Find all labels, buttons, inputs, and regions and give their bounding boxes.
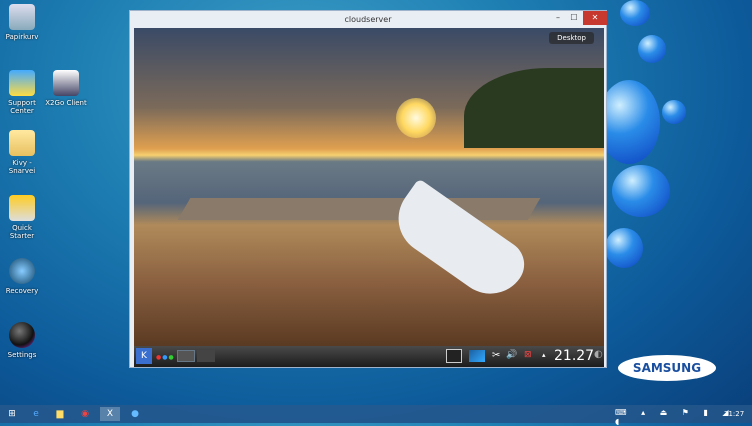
activity-dots-icon[interactable]: ●●● [156, 354, 175, 361]
terminal-icon[interactable] [446, 349, 462, 363]
wallpaper-image: Desktop [134, 28, 604, 346]
desktop-icon-quick-starter[interactable]: Quick Starter [0, 195, 44, 240]
display-icon[interactable] [469, 350, 485, 362]
start-button[interactable]: ⊞ [2, 407, 22, 421]
panel-clock[interactable]: 21.27 [554, 348, 594, 364]
sun [396, 98, 436, 138]
internet-explorer-icon[interactable]: e [26, 407, 46, 421]
volume-icon[interactable]: 🔊 [506, 350, 517, 360]
desktop-button[interactable]: Desktop [549, 32, 594, 44]
window-title: cloudserver [344, 15, 392, 24]
decorative-bubble [620, 0, 650, 26]
remote-desktop-window: cloudserver – ☐ ✕ Desktop K ●●● ✂ 🔊 ⊠ ▴ … [129, 10, 607, 368]
network-disconnected-icon[interactable]: ⊠ [524, 350, 532, 360]
tray-expand-icon[interactable]: ▴ [542, 351, 546, 359]
pager-desktop-1[interactable] [177, 350, 195, 362]
desktop-icon-recovery[interactable]: Recovery [0, 258, 44, 295]
recycle-bin-icon [9, 4, 35, 30]
decorative-bubble [638, 35, 666, 63]
x2go-taskbar-icon[interactable]: X [100, 407, 120, 421]
desktop-icon-recycle-bin[interactable]: Papirkurv [0, 4, 44, 41]
settings-icon [9, 322, 35, 348]
taskbar: ⊞ e ▆ ◉ X ● ⌨ ▴ ⏏ ⚑ ▮ ◢ ◖ 21:27 [0, 405, 752, 426]
x2go-icon [53, 70, 79, 96]
maximize-button[interactable]: ☐ [566, 11, 582, 25]
folder-icon [9, 130, 35, 156]
app-taskbar-icon[interactable]: ● [125, 407, 145, 421]
chrome-icon[interactable]: ◉ [75, 407, 95, 421]
support-center-icon [9, 70, 35, 96]
decorative-bubble [662, 100, 686, 124]
desktop-icon-x2go[interactable]: X2Go Client [44, 70, 88, 107]
pager-desktop-2[interactable] [197, 350, 215, 362]
close-button[interactable]: ✕ [583, 11, 607, 25]
decorative-bubble [605, 228, 643, 268]
cashew-icon[interactable]: ◐ [594, 349, 603, 360]
treeline [464, 68, 604, 148]
desktop-icon-settings[interactable]: Settings [0, 322, 44, 359]
pier [177, 198, 541, 220]
taskbar-clock[interactable]: 21:27 [724, 410, 744, 418]
kde-panel: K ●●● ✂ 🔊 ⊠ ▴ 21.27 ◐ [134, 346, 604, 367]
recovery-icon [9, 258, 35, 284]
file-explorer-icon[interactable]: ▆ [50, 407, 70, 421]
minimize-button[interactable]: – [550, 11, 566, 25]
decorative-bubble [598, 80, 660, 164]
scissors-icon[interactable]: ✂ [492, 350, 500, 361]
samsung-logo: SAMSUNG [618, 355, 716, 381]
decorative-bubble [612, 165, 670, 217]
desktop-icon-support-center[interactable]: Support Center [0, 70, 44, 115]
kde-menu-icon[interactable]: K [136, 348, 152, 364]
quick-starter-icon [9, 195, 35, 221]
desktop-icon-kivy[interactable]: Kivy - Snarvei [0, 130, 44, 175]
